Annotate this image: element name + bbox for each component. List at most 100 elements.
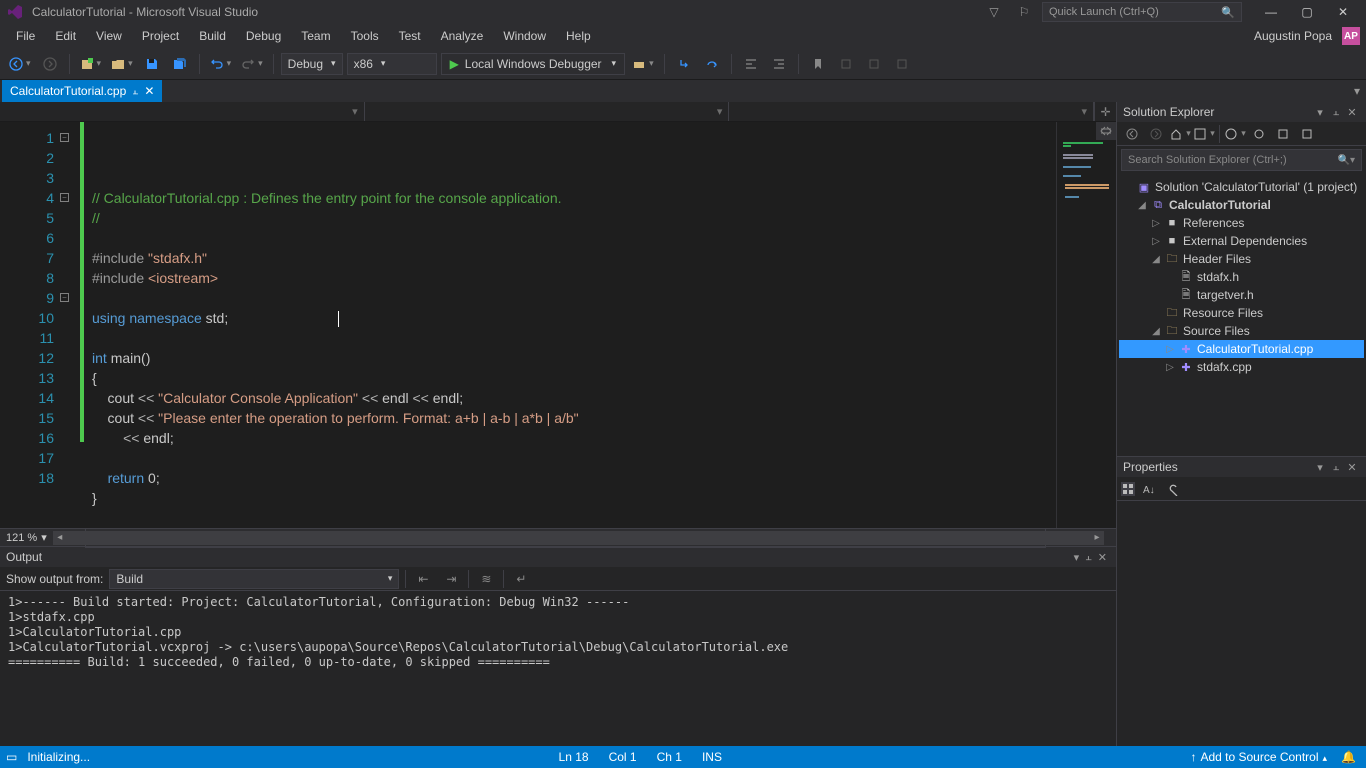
output-find-next-icon[interactable]: ⇥ [440,569,462,589]
zoom-dropdown-icon[interactable]: ▾ [41,531,47,544]
props-close-icon[interactable]: ✕ [1344,461,1360,474]
scroll-right-icon[interactable]: ▸ [1090,531,1104,545]
tree-node[interactable]: 🗀Resource Files [1119,304,1364,322]
save-button[interactable] [140,52,164,76]
tree-node[interactable]: ▷■References [1119,214,1364,232]
tree-node[interactable]: 🗎stdafx.h [1119,268,1364,286]
feedback-icon[interactable]: ⚐ [1012,2,1036,22]
back-button[interactable] [6,52,34,76]
output-text[interactable]: 1>------ Build started: Project: Calcula… [0,591,1116,746]
output-wrap-icon[interactable]: ↵ [510,569,532,589]
menu-debug[interactable]: Debug [236,26,291,46]
output-clear-icon[interactable]: ≋ [475,569,497,589]
minimize-button[interactable]: — [1254,2,1288,22]
se-switch-views-icon[interactable] [1193,123,1215,145]
se-collapse-all-icon[interactable] [1272,123,1294,145]
close-tab-icon[interactable]: ✕ [144,84,154,98]
source-control-button[interactable]: ↑Add to Source Control▴ [1180,750,1337,764]
new-project-button[interactable] [77,52,105,76]
save-all-button[interactable] [168,52,192,76]
tree-node[interactable]: ◢🗀Source Files [1119,322,1364,340]
menu-build[interactable]: Build [189,26,236,46]
output-source-dropdown[interactable]: Build▾ [109,569,399,589]
se-pending-changes-icon[interactable] [1224,123,1246,145]
nav-type[interactable]: ▾ [365,102,730,121]
pin-tab-icon[interactable]: ⫠ [132,86,138,97]
user-avatar[interactable]: AP [1342,27,1360,45]
panel-dropdown-icon[interactable]: ▾ [1312,106,1328,119]
menu-test[interactable]: Test [389,26,431,46]
se-home-icon[interactable] [1169,123,1191,145]
zoom-level[interactable]: 121 % [6,532,37,544]
indent-more-button[interactable] [767,52,791,76]
tree-node[interactable]: ◢🗀Header Files [1119,250,1364,268]
status-notifications-icon[interactable]: 🔔 [1337,750,1360,764]
menu-window[interactable]: Window [493,26,556,46]
se-sync-icon[interactable] [1248,123,1270,145]
nav-scope[interactable]: ▾ [0,102,365,121]
menu-team[interactable]: Team [291,26,340,46]
step-into-button[interactable] [672,52,696,76]
nav-member[interactable]: ▾ [729,102,1094,121]
split-editor-icon[interactable]: ✛ [1094,102,1116,121]
props-dropdown-icon[interactable]: ▾ [1312,461,1328,474]
props-categorized-icon[interactable] [1121,482,1135,496]
redo-button[interactable] [238,52,266,76]
code-area[interactable]: // CalculatorTutorial.cpp : Defines the … [80,122,1056,528]
tree-node[interactable]: ◢⧉CalculatorTutorial [1119,196,1364,214]
props-pin-icon[interactable]: ⫠ [1328,461,1344,474]
tab-overflow-button[interactable]: ▾ [1348,80,1366,102]
minimap[interactable] [1056,122,1116,528]
platform-dropdown[interactable]: x86▾ [347,53,437,75]
solution-search-input[interactable]: Search Solution Explorer (Ctrl+;) 🔍▾ [1121,149,1362,171]
panel-pin-icon[interactable]: ⫠ [1328,106,1344,119]
menu-file[interactable]: File [6,26,45,46]
undo-button[interactable] [207,52,235,76]
tree-node[interactable]: ▷✚CalculatorTutorial.cpp [1119,340,1364,358]
close-window-button[interactable]: ✕ [1326,2,1360,22]
indent-less-button[interactable] [739,52,763,76]
configuration-dropdown[interactable]: Debug▾ [281,53,343,75]
quick-launch-input[interactable]: Quick Launch (Ctrl+Q) 🔍 [1042,2,1242,22]
menu-tools[interactable]: Tools [341,26,389,46]
code-editor[interactable]: −−− 123456789101112131415161718 // Calcu… [0,122,1116,528]
output-pin-icon[interactable]: ⫠ [1082,551,1095,564]
se-forward-icon[interactable] [1145,123,1167,145]
next-bookmark-button[interactable] [862,52,886,76]
output-close-icon[interactable]: ✕ [1095,551,1110,564]
forward-button[interactable] [38,52,62,76]
panel-close-icon[interactable]: ✕ [1344,106,1360,119]
se-back-icon[interactable] [1121,123,1143,145]
scroll-left-icon[interactable]: ◂ [53,531,67,545]
tree-node[interactable]: ▷■External Dependencies [1119,232,1364,250]
menu-project[interactable]: Project [132,26,189,46]
solution-tree[interactable]: ▣Solution 'CalculatorTutorial' (1 projec… [1117,174,1366,456]
output-dropdown-icon[interactable]: ▾ [1071,551,1083,564]
user-name[interactable]: Augustin Popa [1248,26,1338,46]
menu-analyze[interactable]: Analyze [431,26,494,46]
notification-icon[interactable]: ▽ [982,2,1006,22]
se-show-all-icon[interactable] [1296,123,1318,145]
tree-node[interactable]: ▷✚stdafx.cpp [1119,358,1364,376]
process-button[interactable] [629,52,657,76]
tree-node[interactable]: 🗎targetver.h [1119,286,1364,304]
tree-node[interactable]: ▣Solution 'CalculatorTutorial' (1 projec… [1119,178,1364,196]
props-wrench-icon[interactable] [1167,482,1181,496]
menu-help[interactable]: Help [556,26,601,46]
step-over-button[interactable] [700,52,724,76]
bookmark-button[interactable] [806,52,830,76]
open-file-button[interactable] [108,52,136,76]
clear-bookmarks-button[interactable] [890,52,914,76]
file-tab[interactable]: CalculatorTutorial.cpp ⫠ ✕ [2,80,162,102]
horizontal-scrollbar[interactable]: ◂ ▸ [53,531,1104,545]
maximize-button[interactable]: ▢ [1290,2,1324,22]
output-find-prev-icon[interactable]: ⇤ [412,569,434,589]
split-handle-icon[interactable] [1096,122,1116,140]
prev-bookmark-button[interactable] [834,52,858,76]
status-line: Ln 18 [549,750,599,764]
menu-edit[interactable]: Edit [45,26,86,46]
output-source-label: Show output from: [6,572,103,586]
menu-view[interactable]: View [86,26,132,46]
props-alpha-icon[interactable]: A↓ [1141,482,1155,496]
start-debugging-button[interactable]: ▶Local Windows Debugger▾ [441,53,626,75]
